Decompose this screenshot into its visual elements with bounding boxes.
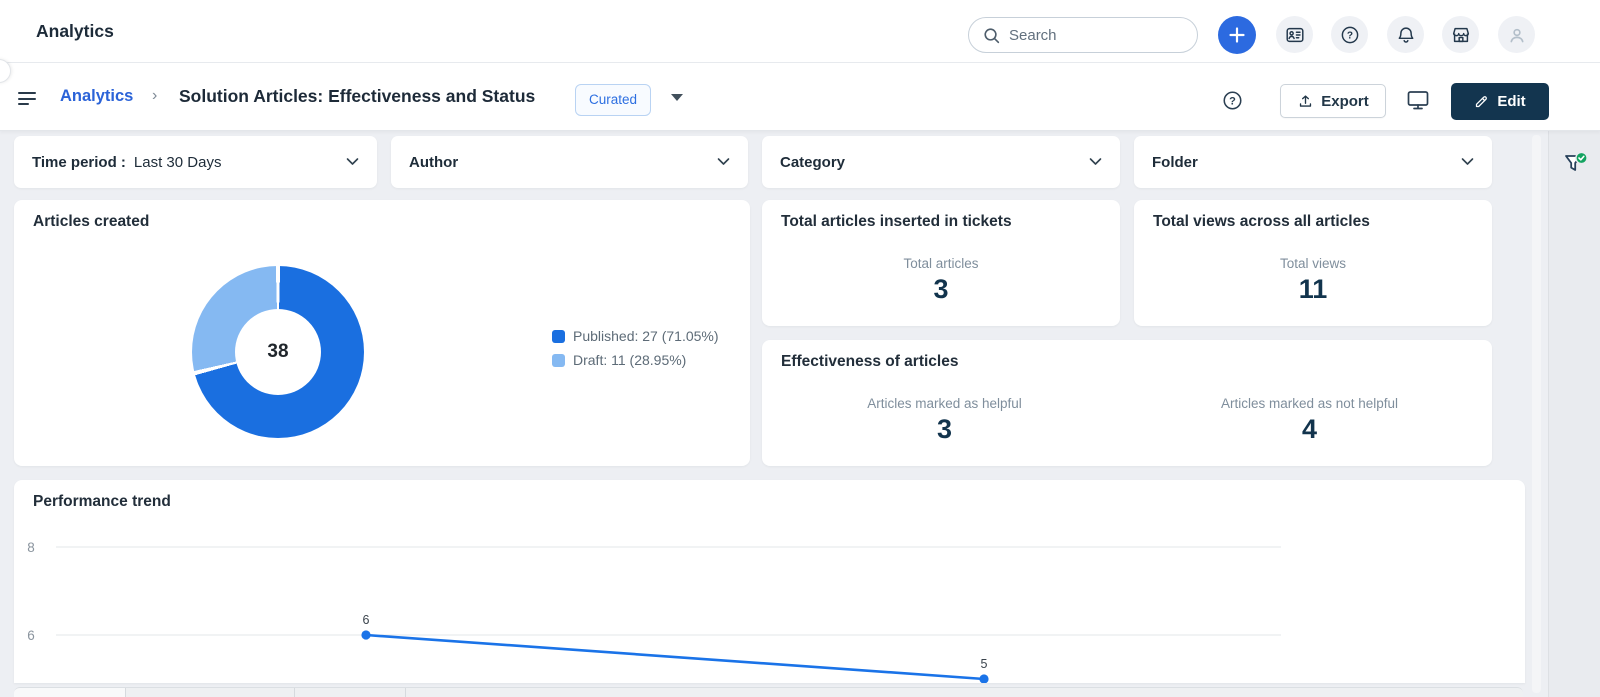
svg-text:5: 5 (981, 657, 988, 671)
filter-category[interactable]: Category (762, 136, 1120, 188)
table-header-cell (126, 688, 295, 697)
table-header-cell (406, 688, 1523, 697)
report-options-caret-icon[interactable] (671, 94, 683, 101)
legend-item: Draft: 11 (28.95%) (552, 352, 719, 368)
legend-swatch (552, 329, 565, 343)
donut-legend: Published: 27 (71.05%) Draft: 11 (28.95%… (552, 328, 719, 368)
widget-articles-inserted: Total articles inserted in tickets Total… (762, 200, 1120, 326)
create-new-button[interactable] (1218, 16, 1256, 54)
filter-author[interactable]: Author (391, 136, 748, 188)
table-header-cell (295, 688, 406, 697)
notifications-button[interactable] (1387, 16, 1424, 53)
vertical-scrollbar[interactable] (1532, 135, 1541, 693)
search-input[interactable] (1009, 26, 1179, 44)
stat-helpful: Articles marked as helpful 3 (762, 396, 1127, 445)
svg-text:?: ? (1346, 30, 1352, 41)
legend-swatch (552, 353, 565, 367)
metric-label: Total articles (903, 256, 979, 271)
donut-total: 38 (235, 309, 321, 395)
filter-label: Author (409, 153, 459, 171)
chevron-down-icon (346, 153, 359, 171)
svg-text:8: 8 (27, 540, 35, 555)
legend-label: Published: 27 (71.05%) (573, 328, 719, 344)
stat-value: 4 (1301, 414, 1318, 444)
avatar-icon (1506, 24, 1528, 46)
stat-not-helpful: Articles marked as not helpful 4 (1127, 396, 1492, 445)
widget-title: Total views across all articles (1153, 213, 1370, 230)
present-button[interactable] (1406, 89, 1430, 111)
breadcrumb-analytics-link[interactable]: Analytics (60, 87, 133, 106)
filter-folder[interactable]: Folder (1134, 136, 1492, 188)
filters-applied-button[interactable] (1560, 148, 1592, 180)
widget-effectiveness: Effectiveness of articles Articles marke… (762, 340, 1492, 466)
app-title: Analytics (36, 21, 114, 41)
marketplace-button[interactable] (1442, 16, 1479, 53)
svg-text:6: 6 (363, 613, 370, 627)
performance-line-chart: 6 8 6 5 (27, 540, 1281, 683)
svg-text:6: 6 (27, 628, 35, 643)
widget-title: Articles created (33, 213, 150, 230)
stat-value: 3 (936, 414, 953, 444)
search-icon (982, 26, 1001, 45)
top-bar: Analytics ? (0, 0, 1600, 63)
effectiveness-stats: Articles marked as helpful 3 Articles ma… (762, 396, 1492, 445)
metric-value: 11 (1298, 274, 1328, 304)
pencil-icon (1474, 94, 1489, 109)
page-title: Solution Articles: Effectiveness and Sta… (179, 86, 536, 106)
widget-title: Total articles inserted in tickets (781, 213, 1012, 230)
curated-badge: Curated (575, 84, 652, 116)
id-card-list-icon (1284, 24, 1306, 46)
bell-icon (1395, 24, 1417, 46)
chevron-down-icon (1089, 153, 1102, 171)
filter-time-period[interactable]: Time period : Last 30 Days (14, 136, 377, 188)
articles-created-donut: 38 (192, 266, 364, 438)
filter-value: Last 30 Days (133, 153, 222, 171)
chevron-down-icon (717, 153, 730, 171)
edit-button[interactable]: Edit (1451, 83, 1549, 120)
widget-performance-trend: 6 8 6 5 Performance trend (14, 480, 1525, 683)
widget-title: Performance trend (33, 493, 171, 510)
question-circle-icon: ? (1339, 24, 1361, 46)
contacts-button[interactable] (1276, 16, 1313, 53)
edit-label: Edit (1497, 93, 1526, 110)
storefront-icon (1450, 24, 1472, 46)
svg-text:?: ? (1229, 96, 1236, 108)
filter-label: Folder (1152, 153, 1198, 171)
legend-item: Published: 27 (71.05%) (552, 328, 719, 344)
widget-total-views: Total views across all articles Total vi… (1134, 200, 1492, 326)
widget-title: Effectiveness of articles (781, 353, 959, 370)
upload-icon (1297, 93, 1314, 110)
question-circle-icon: ? (1221, 89, 1244, 112)
profile-button[interactable] (1498, 16, 1535, 53)
widget-articles-created: Articles created 38 Published: 27 (71.05… (14, 200, 750, 466)
filter-label: Time period : (32, 153, 126, 171)
stat-label: Articles marked as helpful (867, 396, 1022, 411)
monitor-icon (1406, 89, 1430, 111)
analytics-dashboard: Analytics ? (0, 0, 1600, 697)
table-header-cell (14, 688, 126, 697)
stat-label: Articles marked as not helpful (1220, 396, 1399, 411)
funnel-check-icon (1560, 149, 1592, 179)
global-search[interactable] (968, 17, 1198, 53)
right-rail (1548, 131, 1600, 697)
filter-label: Category (780, 153, 846, 171)
metric-value: 3 (933, 274, 949, 304)
metric-label: Total views (1279, 256, 1347, 271)
legend-label: Draft: 11 (28.95%) (573, 352, 687, 368)
report-toolbar: Analytics › Solution Articles: Effective… (0, 63, 1600, 131)
chevron-right-icon: › (152, 87, 158, 104)
table-widget-preview (14, 687, 1523, 697)
export-button[interactable]: Export (1280, 84, 1386, 118)
nav-toggle-button[interactable] (18, 92, 38, 106)
plus-icon (1228, 26, 1246, 44)
chevron-down-icon (1461, 153, 1474, 171)
toolbar-help-button[interactable]: ? (1221, 89, 1244, 112)
help-button[interactable]: ? (1331, 16, 1368, 53)
export-label: Export (1321, 92, 1369, 110)
